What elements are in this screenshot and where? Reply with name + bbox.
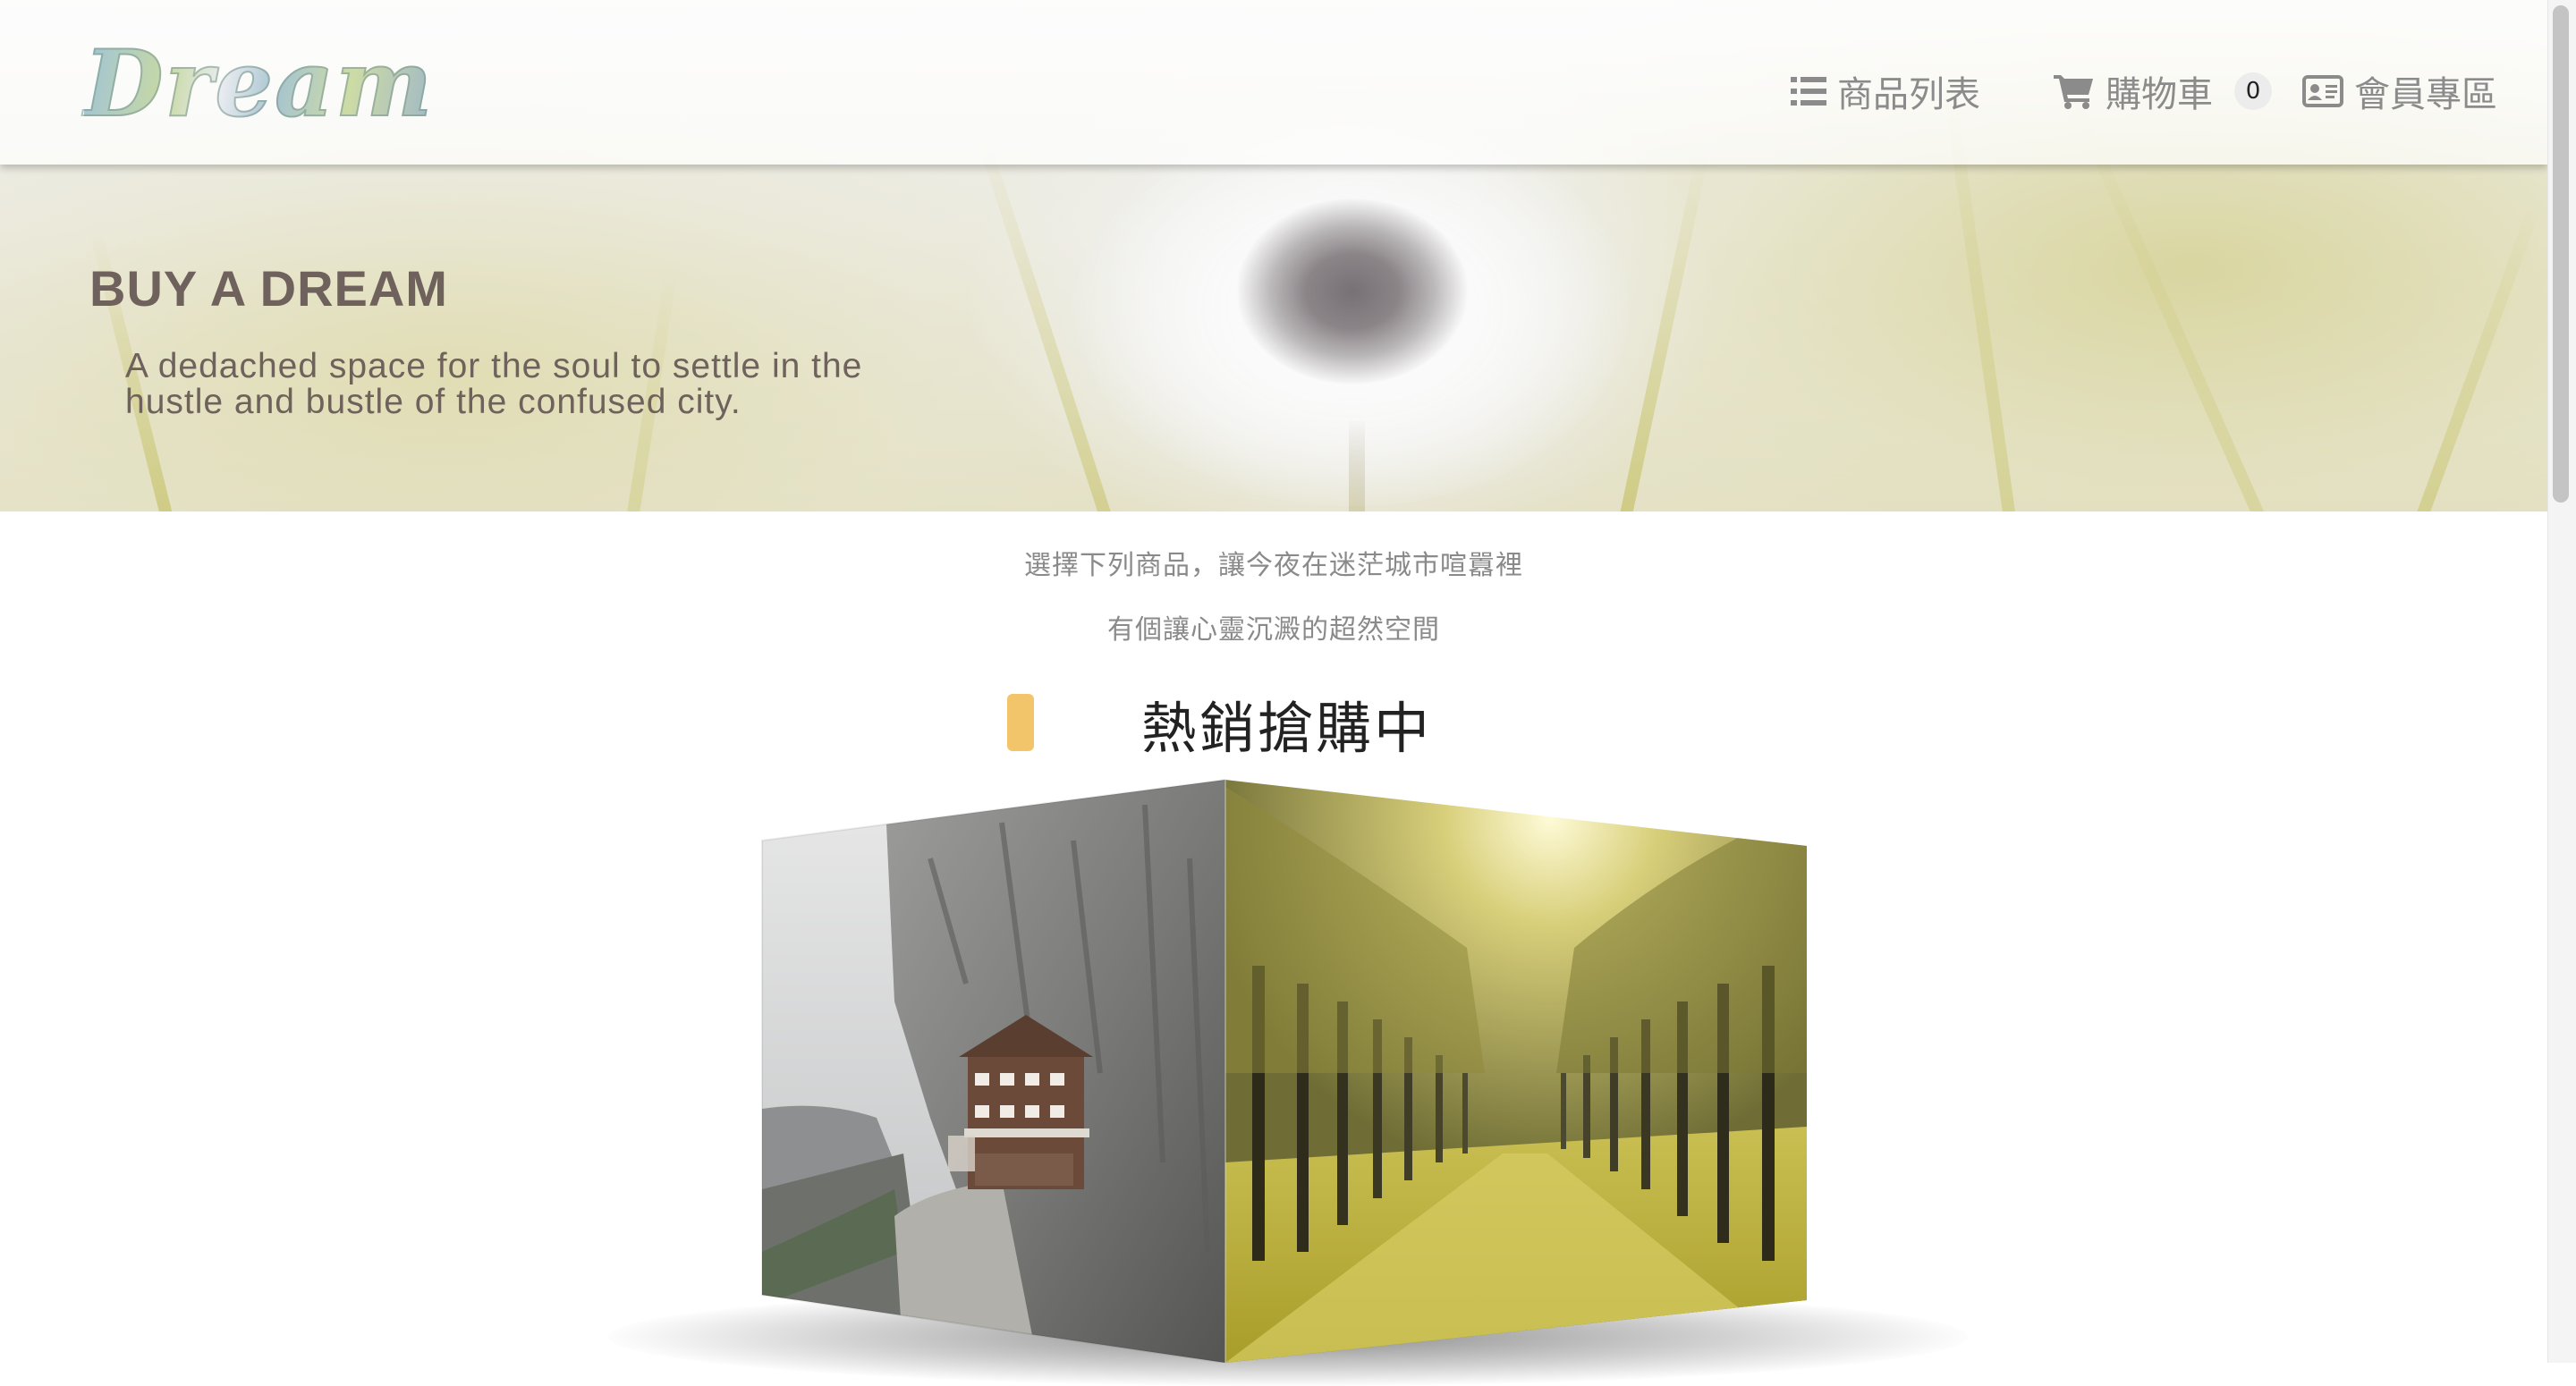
scrollbar-thumb[interactable]: [2553, 5, 2569, 503]
product-cube[interactable]: [0, 0, 2547, 1363]
cliffside-house-photo[interactable]: [762, 769, 1227, 1363]
sunlit-forest-avenue-photo[interactable]: [1225, 769, 1816, 1363]
